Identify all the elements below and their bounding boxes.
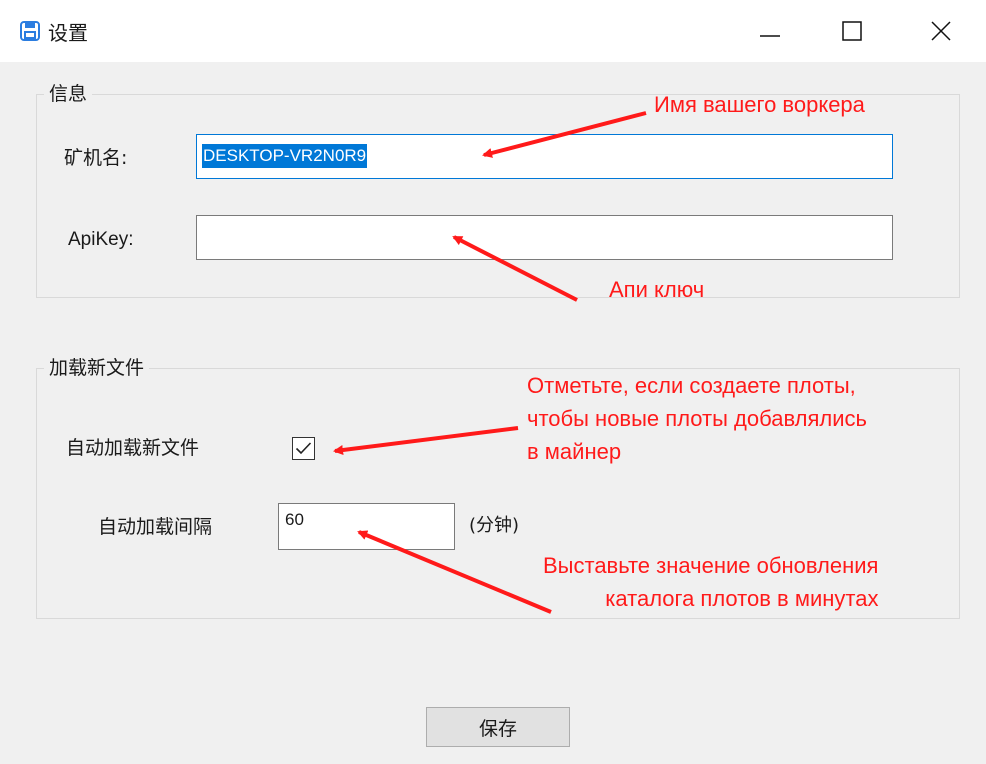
annotation-interval: Выставьте значение обновления каталога п… bbox=[543, 549, 878, 615]
annotation-api-key: Апи ключ bbox=[609, 277, 705, 302]
interval-value[interactable]: 60 bbox=[285, 510, 304, 530]
load-files-group-legend: 加载新文件 bbox=[44, 356, 150, 380]
checkmark-icon bbox=[295, 442, 312, 455]
maximize-icon bbox=[842, 21, 862, 41]
info-group-legend: 信息 bbox=[44, 82, 93, 106]
miner-name-value[interactable]: DESKTOP-VR2N0R9 bbox=[202, 144, 368, 168]
interval-unit-label: (分钟) bbox=[469, 515, 520, 536]
annotation-checkbox-line-3: в майнер bbox=[527, 439, 622, 464]
autoload-label: 自动加载新文件 bbox=[66, 437, 200, 459]
window-title: 设置 bbox=[48, 21, 88, 45]
interval-label: 自动加载间隔 bbox=[98, 516, 213, 538]
info-groupbox bbox=[36, 94, 960, 298]
save-button[interactable]: 保存 bbox=[426, 707, 570, 747]
annotation-checkbox-line-1: Отметьте, если создаете плоты, bbox=[527, 373, 856, 398]
annotation-interval-line-1: Выставьте значение обновления bbox=[543, 553, 879, 578]
interval-input[interactable] bbox=[278, 503, 455, 550]
annotation-interval-line-2: каталога плотов в минутах bbox=[605, 586, 879, 611]
apikey-label: ApiKey: bbox=[68, 229, 134, 250]
annotation-worker-name: Имя вашего воркера bbox=[654, 92, 865, 117]
apikey-input[interactable] bbox=[196, 215, 893, 260]
floppy-disk-icon bbox=[20, 21, 40, 41]
maximize-button[interactable] bbox=[829, 12, 875, 50]
autoload-checkbox[interactable] bbox=[292, 437, 315, 460]
close-icon bbox=[931, 21, 951, 41]
title-bar[interactable]: 设置 bbox=[0, 0, 986, 62]
miner-name-label: 矿机名: bbox=[64, 147, 128, 169]
minimize-icon bbox=[760, 35, 780, 37]
annotation-checkbox-line-2: чтобы новые плоты добавлялись bbox=[527, 406, 867, 431]
close-button[interactable] bbox=[918, 12, 964, 50]
minimize-button[interactable] bbox=[747, 12, 793, 50]
annotation-checkbox: Отметьте, если создаете плоты, чтобы нов… bbox=[527, 369, 867, 468]
